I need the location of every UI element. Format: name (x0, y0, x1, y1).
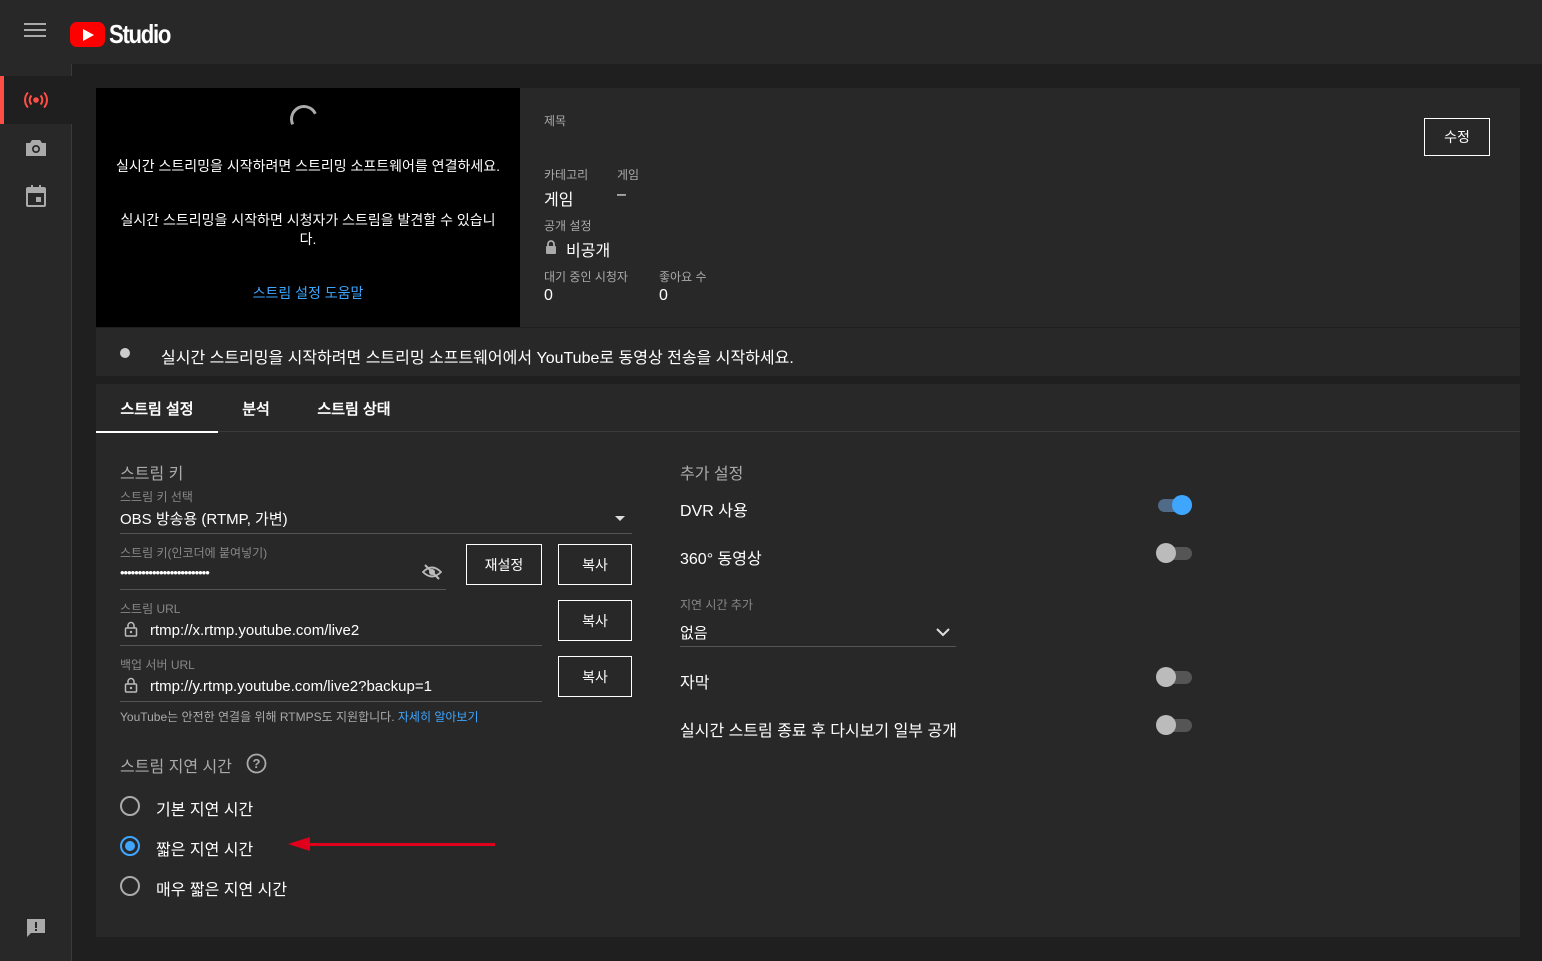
copy-url-button[interactable]: 복사 (558, 600, 632, 641)
rtmps-note-text: YouTube는 안전한 연결을 위해 RTMPS도 지원합니다. (120, 710, 395, 724)
latency-ultra-low-radio[interactable] (120, 876, 140, 896)
feedback-icon (27, 919, 45, 937)
url-lock-icon (124, 621, 138, 637)
calendar-icon (26, 185, 46, 207)
rail-item-camera[interactable] (0, 124, 72, 172)
stream-setup-help-link[interactable]: 스트림 설정 도움말 (96, 283, 520, 303)
visibility-off-icon[interactable] (422, 564, 442, 580)
replay-toggle[interactable] (1156, 715, 1192, 735)
captions-toggle[interactable] (1156, 667, 1192, 687)
game-value: – (617, 186, 626, 203)
waiting-viewers-label: 대기 중인 시청자 (544, 270, 628, 284)
status-text: 실시간 스트리밍을 시작하려면 스트리밍 소프트웨어에서 YouTube로 동영… (161, 350, 794, 367)
chevron-down-icon[interactable] (936, 628, 950, 637)
preview-message-discover: 실시간 스트리밍을 시작하면 시청자가 스트림을 발견할 수 있습니다. (120, 212, 496, 247)
additional-settings-title: 추가 설정 (680, 466, 744, 483)
live-broadcast-icon (24, 91, 48, 109)
help-icon[interactable]: ? (246, 753, 267, 774)
video360-label: 360° 동영상 (680, 551, 762, 568)
backup-url-value[interactable]: rtmp://y.rtmp.youtube.com/live2?backup=1 (150, 678, 432, 695)
latency-normal-radio[interactable] (120, 796, 140, 816)
latency-low-radio[interactable] (120, 836, 140, 856)
rail-item-stream[interactable] (0, 76, 72, 124)
backup-lock-icon (124, 677, 138, 693)
waiting-viewers-value: 0 (544, 287, 553, 304)
copy-key-button[interactable]: 복사 (558, 544, 632, 585)
latency-low-label: 짧은 지연 시간 (156, 842, 254, 859)
rtmps-note: YouTube는 안전한 연결을 위해 RTMPS도 지원합니다. 자세히 알아… (120, 708, 479, 725)
camera-icon (26, 140, 46, 156)
tab-stream-settings[interactable]: 스트림 설정 (96, 384, 218, 433)
top-bar: Studio (0, 0, 1542, 64)
rail-item-manage[interactable] (0, 172, 72, 220)
latency-title: 스트림 지연 시간 (120, 759, 232, 776)
stream-url-label: 스트림 URL (120, 602, 181, 616)
studio-logo[interactable]: Studio (70, 19, 181, 50)
tab-stream-health[interactable]: 스트림 상태 (294, 384, 414, 432)
game-label: 게임 (617, 168, 640, 182)
loading-spinner-icon (286, 101, 322, 137)
category-label: 카테고리 (544, 168, 589, 182)
stream-preview: 실시간 스트리밍을 시작하려면 스트리밍 소프트웨어를 연결하세요. 실시간 스… (96, 88, 520, 327)
tab-analytics[interactable]: 분석 (218, 384, 294, 432)
menu-icon[interactable] (24, 23, 46, 41)
url-underline (120, 645, 542, 646)
youtube-play-icon (70, 22, 105, 47)
replay-label: 실시간 스트림 종료 후 다시보기 일부 공개 (680, 723, 957, 740)
delay-label: 지연 시간 추가 (680, 598, 753, 612)
backup-underline (120, 701, 542, 702)
annotation-arrow-line (305, 843, 495, 846)
category-value: 게임 (544, 192, 574, 209)
learn-more-link[interactable]: 자세히 알아보기 (398, 710, 479, 724)
preview-message-connect: 실시간 스트리밍을 시작하려면 스트리밍 소프트웨어를 연결하세요. (116, 158, 500, 174)
backup-url-label: 백업 서버 URL (120, 658, 195, 672)
stream-key-select-value[interactable]: OBS 방송용 (RTMP, 가변) (120, 508, 288, 529)
edit-button[interactable]: 수정 (1424, 118, 1490, 156)
delay-select-value[interactable]: 없음 (680, 622, 708, 643)
stream-key-select-label: 스트림 키 선택 (120, 490, 193, 504)
stream-key-title: 스트림 키 (120, 466, 184, 483)
rail-item-feedback[interactable] (0, 904, 72, 952)
select-underline (120, 533, 632, 534)
captions-label: 자막 (680, 675, 710, 692)
left-rail (0, 64, 72, 961)
title-label: 제목 (544, 114, 567, 128)
likes-label: 좋아요 수 (659, 270, 707, 284)
reset-key-button[interactable]: 재설정 (466, 544, 542, 585)
status-dot-icon (120, 348, 130, 358)
delay-underline (680, 646, 956, 647)
stream-key-label: 스트림 키(인코더에 붙여넣기) (120, 546, 268, 560)
stream-key-input[interactable]: ••••••••••••••••••••••••• (120, 565, 210, 580)
stream-url-value[interactable]: rtmp://x.rtmp.youtube.com/live2 (150, 622, 359, 639)
stream-status-row: 실시간 스트리밍을 시작하려면 스트리밍 소프트웨어에서 YouTube로 동영… (96, 327, 1520, 376)
logo-text: Studio (109, 19, 171, 49)
dropdown-arrow-icon[interactable] (614, 516, 626, 522)
video360-toggle[interactable] (1156, 543, 1192, 563)
settings-tabs: 스트림 설정 분석 스트림 상태 (96, 384, 1520, 433)
dvr-toggle[interactable] (1156, 495, 1192, 515)
visibility-value: 비공개 (566, 243, 611, 260)
latency-normal-label: 기본 지연 시간 (156, 802, 254, 819)
key-underline (120, 589, 446, 590)
dvr-label: DVR 사용 (680, 503, 748, 520)
likes-value: 0 (659, 287, 668, 304)
svg-text:?: ? (253, 756, 261, 771)
latency-ultra-low-label: 매우 짧은 지연 시간 (156, 882, 288, 899)
visibility-label: 공개 설정 (544, 219, 592, 233)
copy-backup-button[interactable]: 복사 (558, 656, 632, 697)
stream-settings-panel (96, 384, 1520, 937)
lock-icon (546, 240, 556, 254)
